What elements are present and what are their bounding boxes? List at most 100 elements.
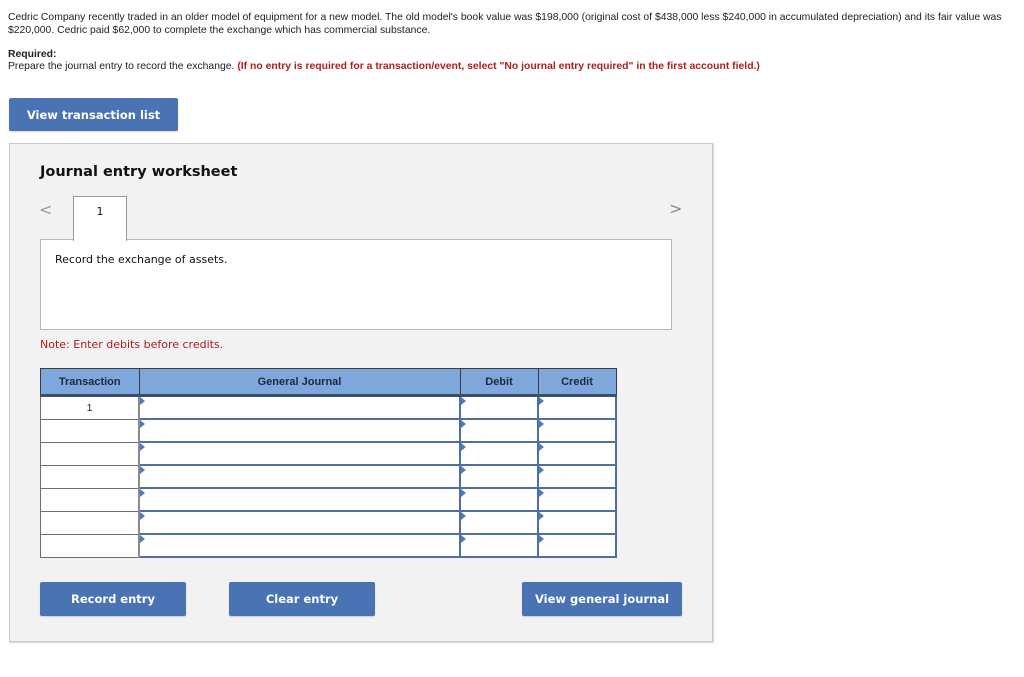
debit-input-cell <box>459 464 539 489</box>
dropdown-marker-icon <box>140 420 145 428</box>
dropdown-marker-icon <box>539 512 544 520</box>
table-row <box>40 487 617 512</box>
header-general-journal: General Journal <box>138 368 461 397</box>
journal-entry-worksheet-panel: Journal entry worksheet < 1 > Record the… <box>9 143 713 642</box>
dropdown-marker-icon <box>140 535 145 543</box>
dropdown-marker-icon <box>539 397 544 405</box>
credit-input[interactable] <box>539 489 615 510</box>
chevron-right-icon[interactable]: > <box>669 199 682 218</box>
account-input-cell <box>138 394 461 420</box>
credit-input[interactable] <box>539 420 615 441</box>
debit-input[interactable] <box>461 489 537 510</box>
dropdown-marker-icon <box>140 397 145 405</box>
debit-input[interactable] <box>461 512 537 533</box>
debit-input-cell <box>459 418 539 443</box>
dropdown-marker-icon <box>539 489 544 497</box>
credit-input-cell <box>537 394 617 420</box>
view-transaction-list-button[interactable]: View transaction list <box>9 98 178 131</box>
credit-input-cell <box>537 487 617 512</box>
required-note: (If no entry is required for a transacti… <box>237 61 760 72</box>
table-row <box>40 441 617 466</box>
account-input-cell <box>138 510 461 535</box>
account-input[interactable] <box>140 512 459 533</box>
view-general-journal-button[interactable]: View general journal <box>522 582 682 616</box>
problem-statement: Cedric Company recently traded in an old… <box>8 12 1002 36</box>
required-label: Required: <box>8 49 57 60</box>
worksheet-title: Journal entry worksheet <box>40 164 238 180</box>
credit-input-cell <box>537 464 617 489</box>
table-row <box>40 418 617 443</box>
account-input[interactable] <box>140 420 459 441</box>
account-input[interactable] <box>140 443 459 464</box>
transaction-number-cell <box>40 487 140 512</box>
clear-entry-button[interactable]: Clear entry <box>229 582 375 616</box>
credit-input-cell <box>537 533 617 558</box>
credit-input[interactable] <box>539 397 615 418</box>
debit-input-cell <box>459 394 539 420</box>
transaction-description-box: Record the exchange of assets. <box>40 239 672 330</box>
debit-input-cell <box>459 533 539 558</box>
debit-input[interactable] <box>461 420 537 441</box>
account-input-cell <box>138 418 461 443</box>
account-input[interactable] <box>140 535 459 556</box>
credit-input-cell <box>537 441 617 466</box>
debit-input-cell <box>459 441 539 466</box>
debit-input[interactable] <box>461 443 537 464</box>
dropdown-marker-icon <box>539 535 544 543</box>
required-text: Prepare the journal entry to record the … <box>8 61 235 72</box>
dropdown-marker-icon <box>461 420 466 428</box>
dropdown-marker-icon <box>539 420 544 428</box>
debit-input[interactable] <box>461 466 537 487</box>
tab-transaction-1[interactable]: 1 <box>73 196 127 241</box>
header-debit: Debit <box>459 368 539 397</box>
header-credit: Credit <box>537 368 617 397</box>
dropdown-marker-icon <box>461 443 466 451</box>
account-input-cell <box>138 464 461 489</box>
credit-input[interactable] <box>539 466 615 487</box>
transaction-number-cell <box>40 441 140 466</box>
transaction-number-cell <box>40 464 140 489</box>
transaction-number-cell <box>40 510 140 535</box>
journal-entry-table: Transaction General Journal Debit Credit… <box>40 368 617 558</box>
debit-input-cell <box>459 510 539 535</box>
header-transaction: Transaction <box>40 368 140 397</box>
transaction-number-cell <box>40 418 140 443</box>
credit-input-cell <box>537 418 617 443</box>
table-row <box>40 510 617 535</box>
credit-input[interactable] <box>539 535 615 556</box>
dropdown-marker-icon <box>539 443 544 451</box>
account-input-cell <box>138 441 461 466</box>
credit-input[interactable] <box>539 512 615 533</box>
dropdown-marker-icon <box>461 489 466 497</box>
dropdown-marker-icon <box>461 535 466 543</box>
account-input[interactable] <box>140 489 459 510</box>
transaction-number-cell: 1 <box>40 395 140 420</box>
account-input[interactable] <box>140 397 459 418</box>
dropdown-marker-icon <box>140 443 145 451</box>
transaction-number-cell <box>40 533 140 558</box>
table-row <box>40 533 617 558</box>
dropdown-marker-icon <box>140 466 145 474</box>
entry-note: Note: Enter debits before credits. <box>40 338 224 351</box>
table-row <box>40 464 617 489</box>
account-input-cell <box>138 487 461 512</box>
debit-input[interactable] <box>461 535 537 556</box>
dropdown-marker-icon <box>461 466 466 474</box>
required-instructions: Prepare the journal entry to record the … <box>8 61 760 72</box>
chevron-left-icon[interactable]: < <box>39 200 52 219</box>
debit-input-cell <box>459 487 539 512</box>
dropdown-marker-icon <box>539 466 544 474</box>
dropdown-marker-icon <box>140 489 145 497</box>
account-input-cell <box>138 533 461 558</box>
credit-input[interactable] <box>539 443 615 464</box>
table-row: 1 <box>40 394 617 420</box>
dropdown-marker-icon <box>461 397 466 405</box>
debit-input[interactable] <box>461 397 537 418</box>
dropdown-marker-icon <box>461 512 466 520</box>
transaction-description: Record the exchange of assets. <box>55 253 228 266</box>
dropdown-marker-icon <box>140 512 145 520</box>
account-input[interactable] <box>140 466 459 487</box>
credit-input-cell <box>537 510 617 535</box>
table-header-row: Transaction General Journal Debit Credit <box>40 368 617 397</box>
record-entry-button[interactable]: Record entry <box>40 582 186 616</box>
